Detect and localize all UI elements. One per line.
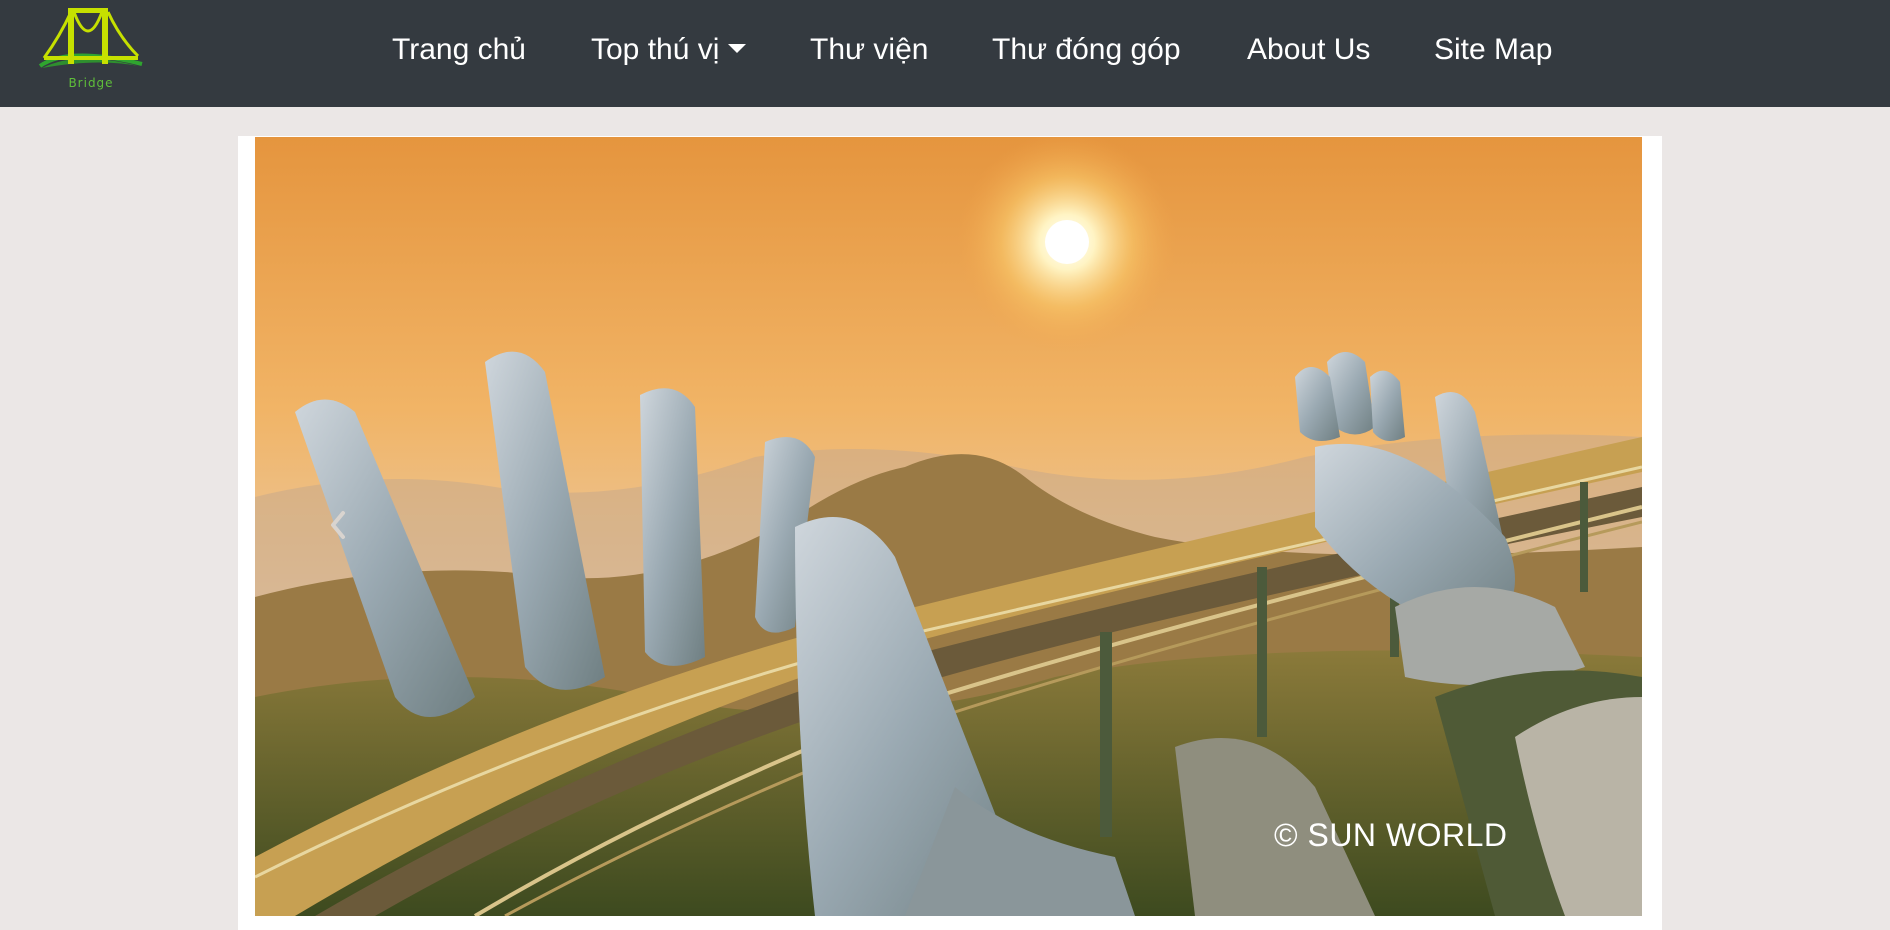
nav-item-thu-vien[interactable]: Thư viện: [810, 30, 928, 70]
nav-item-thu-dong-gop[interactable]: Thư đóng góp: [992, 30, 1181, 70]
golden-bridge-hands-photo: [255, 137, 1642, 916]
carousel-card: © SUN WORLD: [238, 136, 1662, 930]
photo-watermark: © SUN WORLD: [1274, 817, 1508, 853]
chevron-left-icon: [331, 511, 345, 539]
carousel-prev-button[interactable]: [319, 505, 359, 545]
nav-item-site-map[interactable]: Site Map: [1434, 30, 1552, 70]
nav-item-trang-chu[interactable]: Trang chủ: [392, 30, 526, 70]
main-nav: Trang chủ Top thú vị Thư viện Thư đóng g…: [0, 0, 1890, 100]
nav-item-top-thu-vi-label: Top thú vị: [591, 33, 720, 66]
nav-item-top-thu-vi[interactable]: Top thú vị: [591, 30, 747, 70]
caret-down-icon: [728, 44, 747, 53]
carousel-slide: © SUN WORLD: [255, 137, 1642, 916]
nav-item-about-us[interactable]: About Us: [1247, 30, 1370, 70]
navbar: Bridge Trang chủ Top thú vị Thư viện Thư…: [0, 0, 1890, 107]
